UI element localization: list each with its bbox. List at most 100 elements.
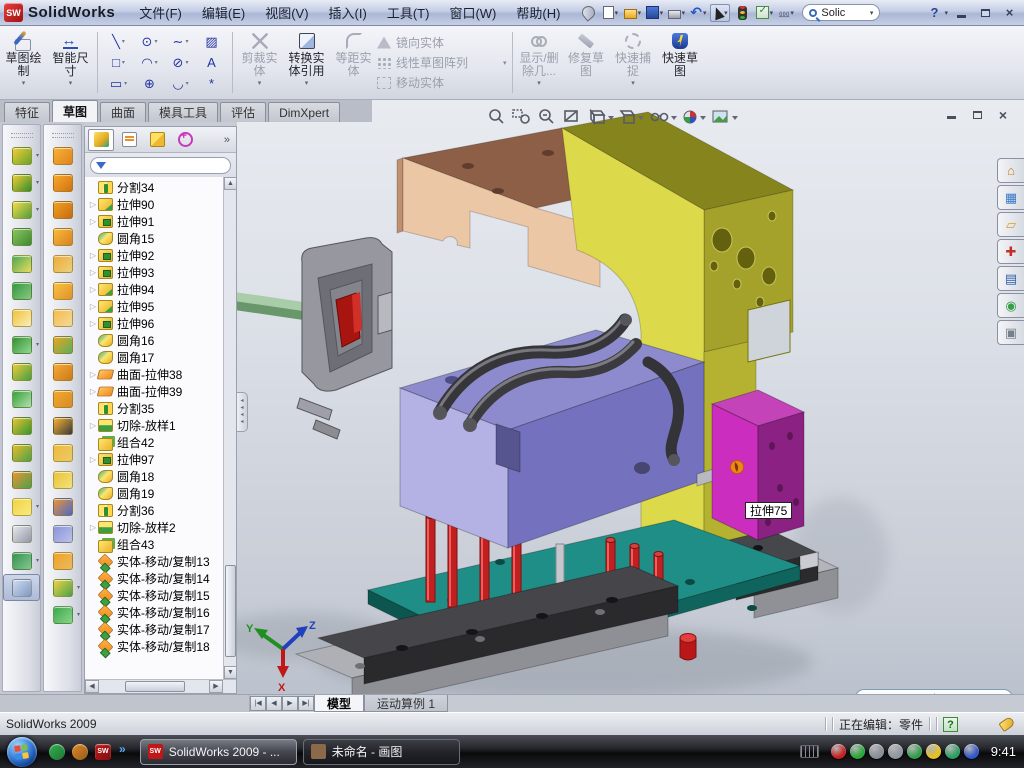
ruled-surface-button[interactable] [44, 466, 81, 493]
menu-插入[interactable]: 插入(I) [319, 0, 377, 25]
rib-button[interactable] [3, 358, 40, 385]
sketch-entity-button[interactable]: ⊙▾ [134, 31, 165, 52]
tree-item-切除-放样1[interactable]: ▷切除-放样1 [85, 417, 223, 434]
graphics-viewport[interactable]: Y Z X × [237, 100, 1024, 694]
menu-窗口[interactable]: 窗口(W) [439, 0, 506, 25]
quicklaunch-solidworks[interactable]: SW [95, 744, 111, 760]
filter-input[interactable] [110, 159, 210, 171]
tree-item-实体-移动/复制13[interactable]: 实体-移动/复制13 [85, 553, 223, 570]
sketch-entity-button[interactable]: ◡▾ [165, 73, 196, 94]
tray-defender-plus[interactable] [945, 744, 960, 759]
tab-曲面[interactable]: 曲面 [100, 102, 146, 122]
tray-antivirus-red[interactable] [831, 744, 846, 759]
scroll-down-button[interactable]: ▼ [224, 666, 236, 679]
tree-item-组合42[interactable]: 组合42 [85, 434, 223, 451]
taskbar-button-SolidWorks 2009 - ...[interactable]: SWSolidWorks 2009 - ... [140, 739, 297, 765]
tab-评估[interactable]: 评估 [220, 102, 266, 122]
doc-close-button[interactable]: × [994, 108, 1012, 121]
tab-DimXpert[interactable]: DimXpert [268, 102, 340, 122]
tree-item-拉伸93[interactable]: ▷拉伸93 [85, 264, 223, 281]
tree-horizontal-scrollbar[interactable]: ◀ ▶ [85, 679, 236, 693]
sketch-entity-button[interactable]: □▾ [103, 52, 134, 73]
taskpane-custom-properties[interactable]: ▣ [997, 320, 1024, 345]
panel-overflow-button[interactable]: » [224, 134, 230, 146]
parting-line-button[interactable] [44, 493, 81, 520]
tab-configuration-manager[interactable] [144, 129, 170, 151]
sketch-entity-button[interactable]: ╲▾ [103, 31, 134, 52]
转换实体引用-button[interactable]: 转换实体引用▾ [283, 26, 330, 99]
stop-pin[interactable] [680, 634, 696, 661]
tab-dimxpert-manager[interactable] [172, 129, 198, 151]
shell-button[interactable] [3, 412, 40, 439]
save-button[interactable]: ▾ [644, 4, 664, 22]
tree-item-实体-移动/复制17[interactable]: 实体-移动/复制17 [85, 621, 223, 638]
mirror-feature-button[interactable] [3, 385, 40, 412]
tree-item-圆角17[interactable]: 圆角17 [85, 349, 223, 366]
surface-revolve-button[interactable] [44, 169, 81, 196]
surface-fill-button[interactable] [44, 277, 81, 304]
parting-surface-button[interactable] [44, 547, 81, 574]
print-button[interactable]: ▾ [666, 4, 686, 22]
surface-extend-button[interactable] [44, 439, 81, 466]
sketch-entity-button[interactable]: ◠▾ [134, 52, 165, 73]
input-method-icon[interactable] [800, 745, 819, 758]
taskpane-appearances[interactable]: ◉ [997, 293, 1024, 318]
design-checker-button[interactable]: ▾ [754, 4, 774, 22]
tree-item-拉伸90[interactable]: ▷拉伸90 [85, 196, 223, 213]
tree-item-组合43[interactable]: 组合43 [85, 536, 223, 553]
tree-item-圆角19[interactable]: 圆角19 [85, 485, 223, 502]
pin-button[interactable] [578, 4, 598, 22]
panel-collapse-handle[interactable]: ◂◂◂◂ [237, 392, 248, 432]
tree-item-曲面-拉伸39[interactable]: ▷曲面-拉伸39 [85, 383, 223, 400]
tree-item-实体-移动/复制18[interactable]: 实体-移动/复制18 [85, 638, 223, 655]
help-button[interactable]: ? [928, 5, 942, 20]
sketch-entity-button[interactable]: ▭▾ [103, 73, 134, 94]
measure-button[interactable] [3, 574, 40, 601]
shut-off-surface-button[interactable] [44, 520, 81, 547]
tree-item-分割34[interactable]: 分割34 [85, 179, 223, 196]
menu-文件[interactable]: 文件(F) [129, 0, 192, 25]
tree-item-拉伸96[interactable]: ▷拉伸96 [85, 315, 223, 332]
combine-button[interactable] [3, 439, 40, 466]
sketch-entity-button[interactable]: ⊘▾ [165, 52, 196, 73]
last-tab-button[interactable]: ▶| [298, 696, 314, 711]
tree-item-曲面-拉伸38[interactable]: ▷曲面-拉伸38 [85, 366, 223, 383]
tray-volume[interactable] [888, 744, 903, 759]
taskbar-button-未命名 - 画图[interactable]: 未命名 - 画图 [303, 739, 460, 765]
curve-button[interactable]: ▾ [3, 547, 40, 574]
surface-sweep-button[interactable] [44, 196, 81, 223]
scroll-right-button[interactable]: ▶ [209, 680, 223, 693]
new-button[interactable]: ▾ [600, 4, 620, 22]
tray-blue-red-ball[interactable] [964, 744, 979, 759]
extruded-cut-button[interactable]: ▾ [3, 169, 40, 196]
tray-shield-green[interactable] [850, 744, 865, 759]
tree-item-分割35[interactable]: 分割35 [85, 400, 223, 417]
app-close-button[interactable]: × [999, 5, 1020, 21]
lofted-boss-button[interactable] [3, 250, 40, 277]
tree-item-圆角16[interactable]: 圆角16 [85, 332, 223, 349]
search-box[interactable]: ▾ [802, 4, 880, 21]
tray-update-gear[interactable] [869, 744, 884, 759]
sketch-entity-button[interactable]: A [196, 52, 227, 73]
tray-sync-green[interactable] [907, 744, 922, 759]
tab-feature-manager[interactable] [88, 129, 114, 151]
scroll-left-button[interactable]: ◀ [85, 680, 99, 693]
slider-block[interactable] [297, 238, 392, 439]
status-help-icon[interactable]: ? [943, 717, 958, 732]
tree-item-拉伸94[interactable]: ▷拉伸94 [85, 281, 223, 298]
tree-item-圆角18[interactable]: 圆角18 [85, 468, 223, 485]
linear-pattern-button[interactable]: ▾ [3, 331, 40, 358]
taskpane-file-explorer[interactable]: ▱ [997, 212, 1024, 237]
智能尺寸-button[interactable]: 智能尺寸▾ [47, 26, 94, 99]
next-tab-button[interactable]: ▶ [282, 696, 298, 711]
doc-tab-运动算例 1[interactable]: 运动算例 1 [364, 695, 448, 712]
split-button[interactable]: ▾ [3, 493, 40, 520]
tree-vertical-scrollbar[interactable]: ▲ ▼ [223, 177, 236, 679]
surface-boundary-button[interactable] [44, 250, 81, 277]
surface-knit-button[interactable] [44, 358, 81, 385]
tooling-split-button[interactable]: ▾ [44, 574, 81, 601]
tab-模具工具[interactable]: 模具工具 [148, 102, 218, 122]
headsup-view-toolbar[interactable] [485, 106, 815, 128]
tree-item-实体-移动/复制14[interactable]: 实体-移动/复制14 [85, 570, 223, 587]
model-3d-view[interactable]: Y Z X [237, 100, 1024, 694]
